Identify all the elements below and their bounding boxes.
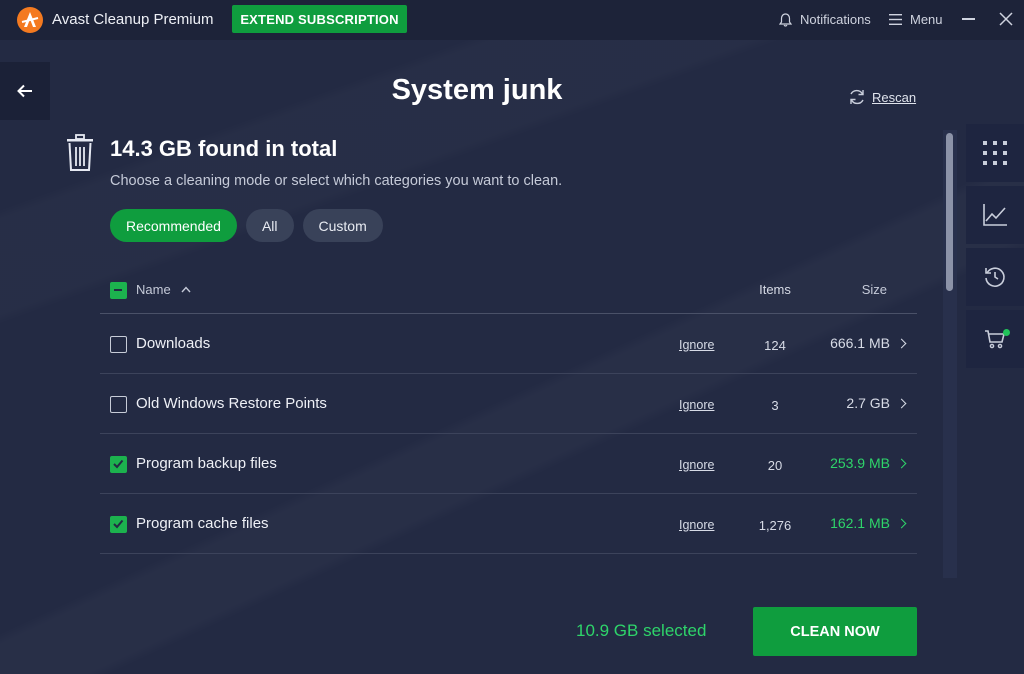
store-notification-dot (1003, 329, 1010, 336)
history-icon (985, 267, 1005, 287)
ignore-link[interactable]: Ignore (679, 338, 714, 352)
hamburger-icon (889, 14, 902, 25)
rail-item-apps[interactable] (966, 124, 1024, 182)
rail-item-store[interactable] (966, 310, 1024, 368)
grid-icon (983, 141, 1007, 165)
bell-icon (779, 12, 792, 27)
row-size[interactable]: 253.9 MB (830, 455, 907, 471)
row-checkbox[interactable] (110, 396, 127, 413)
name-header-label: Name (136, 282, 171, 297)
chart-icon (983, 204, 1007, 226)
notifications-label: Notifications (800, 12, 871, 27)
table-row[interactable]: Old Windows Restore Points Ignore 3 2.7 … (100, 374, 917, 434)
sort-ascending-icon (181, 286, 191, 293)
row-size[interactable]: 666.1 MB (830, 335, 907, 351)
extend-subscription-button[interactable]: EXTEND SUBSCRIPTION (232, 5, 407, 33)
page-title: System junk (391, 74, 563, 106)
found-subtitle: Choose a cleaning mode or select which c… (110, 173, 563, 189)
row-size[interactable]: 162.1 MB (830, 515, 907, 531)
row-checkbox[interactable] (110, 516, 127, 533)
size-column-header[interactable]: Size (862, 282, 887, 297)
close-icon[interactable] (998, 11, 1014, 27)
items-column-header[interactable]: Items (745, 282, 805, 297)
chevron-right-icon (896, 338, 907, 348)
table-row[interactable]: Program cache files Ignore 1,276 162.1 M… (100, 494, 917, 554)
row-name: Old Windows Restore Points (136, 395, 327, 412)
table-row[interactable]: Program backup files Ignore 20 253.9 MB (100, 434, 917, 494)
table-row[interactable]: Downloads Ignore 124 666.1 MB (100, 314, 917, 374)
row-checkbox[interactable] (110, 456, 127, 473)
row-size-value: 2.7 GB (846, 395, 890, 411)
rescan-label: Rescan (872, 89, 917, 105)
row-checkbox[interactable] (110, 336, 127, 353)
row-items: 20 (767, 458, 783, 473)
mode-all[interactable]: All (245, 209, 294, 242)
row-items: 1,276 (758, 518, 792, 533)
rail-item-history[interactable] (966, 248, 1024, 306)
chevron-right-icon (896, 398, 907, 408)
ignore-link[interactable]: Ignore (679, 518, 714, 532)
cleaning-mode-tabs: Recommended All Custom (110, 209, 383, 242)
clean-now-button[interactable]: CLEAN NOW (753, 607, 917, 656)
row-size-value: 666.1 MB (830, 335, 890, 351)
menu-label: Menu (910, 12, 943, 27)
row-name: Program backup files (136, 455, 277, 472)
row-size-value: 162.1 MB (830, 515, 890, 531)
side-rail (966, 124, 1024, 372)
selected-size-label: 10.9 GB selected (576, 621, 707, 640)
row-items: 124 (764, 338, 786, 353)
junk-table: Name Items Size Downloads Ignore 124 666… (100, 266, 917, 554)
row-size[interactable]: 2.7 GB (846, 395, 907, 411)
select-all-checkbox[interactable] (110, 282, 127, 299)
chevron-right-icon (896, 518, 907, 528)
notifications-button[interactable]: Notifications (779, 12, 871, 27)
table-header: Name Items Size (100, 266, 917, 314)
trash-icon (67, 134, 93, 171)
rail-item-performance[interactable] (966, 186, 1024, 244)
app-title: Avast Cleanup Premium (52, 11, 214, 28)
menu-button[interactable]: Menu (889, 12, 943, 27)
scrollbar-thumb[interactable] (946, 133, 953, 291)
row-name: Downloads (136, 335, 211, 352)
row-name: Program cache files (136, 515, 269, 532)
mode-custom[interactable]: Custom (302, 209, 383, 242)
minimize-button[interactable] (962, 18, 975, 20)
ignore-link[interactable]: Ignore (679, 398, 714, 412)
row-items: 3 (771, 398, 779, 413)
ignore-link[interactable]: Ignore (679, 458, 714, 472)
found-total-heading: 14.3 GB found in total (110, 136, 338, 161)
chevron-right-icon (896, 458, 907, 468)
mode-recommended[interactable]: Recommended (110, 209, 237, 242)
rescan-link[interactable]: Rescan (848, 88, 916, 106)
row-size-value: 253.9 MB (830, 455, 890, 471)
refresh-icon (850, 89, 864, 105)
avast-logo-icon (17, 7, 43, 33)
name-column-header[interactable]: Name (136, 282, 191, 297)
title-bar: Avast Cleanup Premium EXTEND SUBSCRIPTIO… (0, 0, 1024, 40)
